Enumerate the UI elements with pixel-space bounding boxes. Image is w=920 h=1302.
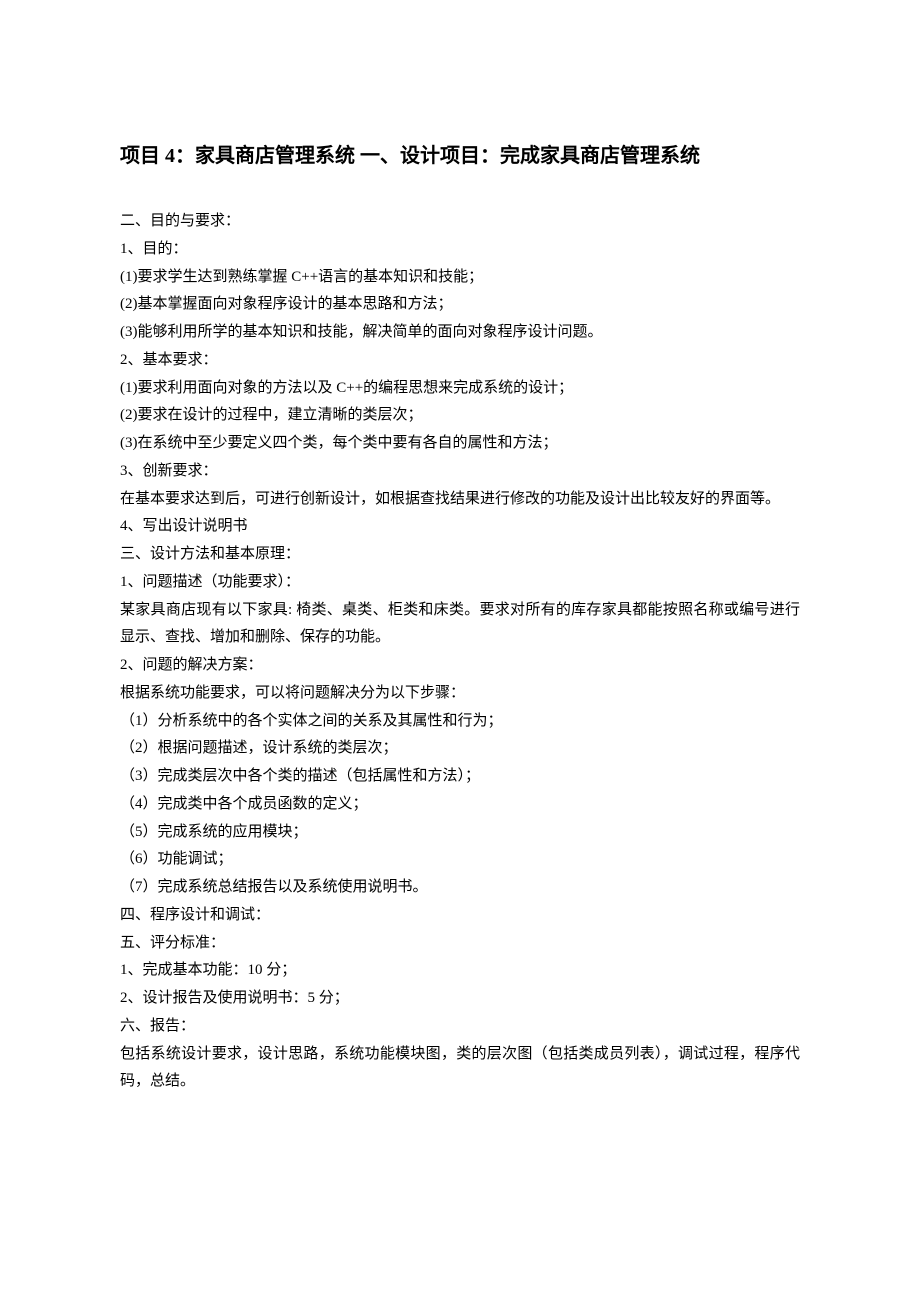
body-line: (3)在系统中至少要定义四个类，每个类中要有各自的属性和方法；	[120, 430, 800, 458]
body-line: 1、目的：	[120, 236, 800, 264]
body-line: (3)能够利用所学的基本知识和技能，解决简单的面向对象程序设计问题。	[120, 319, 800, 347]
body-line: 二、目的与要求：	[120, 208, 800, 236]
body-line: （3）完成类层次中各个类的描述（包括属性和方法）；	[120, 763, 800, 791]
body-line: 2、基本要求：	[120, 347, 800, 375]
body-line: 2、设计报告及使用说明书：5 分；	[120, 985, 800, 1013]
body-line: (2)基本掌握面向对象程序设计的基本思路和方法；	[120, 291, 800, 319]
body-line: 四、程序设计和调试：	[120, 902, 800, 930]
body-line: （5）完成系统的应用模块；	[120, 819, 800, 847]
body-line: （6）功能调试；	[120, 846, 800, 874]
body-line: 三、设计方法和基本原理：	[120, 541, 800, 569]
body-line: 1、完成基本功能：10 分；	[120, 957, 800, 985]
body-line: 2、问题的解决方案：	[120, 652, 800, 680]
body-line: (2)要求在设计的过程中，建立清晰的类层次；	[120, 402, 800, 430]
document-heading: 项目 4：家具商店管理系统 一、设计项目：完成家具商店管理系统	[120, 140, 800, 172]
body-line: 五、评分标准：	[120, 930, 800, 958]
body-line: 4、写出设计说明书	[120, 513, 800, 541]
body-line: 在基本要求达到后，可进行创新设计，如根据查找结果进行修改的功能及设计出比较友好的…	[120, 486, 800, 514]
body-line: 根据系统功能要求，可以将问题解决分为以下步骤：	[120, 680, 800, 708]
body-line: 六、报告：	[120, 1013, 800, 1041]
body-line: (1)要求学生达到熟练掌握 C++语言的基本知识和技能；	[120, 264, 800, 292]
document-body: 二、目的与要求： 1、目的： (1)要求学生达到熟练掌握 C++语言的基本知识和…	[120, 208, 800, 1096]
body-line: （4）完成类中各个成员函数的定义；	[120, 791, 800, 819]
body-line: （7）完成系统总结报告以及系统使用说明书。	[120, 874, 800, 902]
body-line: （2）根据问题描述，设计系统的类层次；	[120, 735, 800, 763]
body-line: 某家具商店现有以下家具: 椅类、桌类、柜类和床类。要求对所有的库存家具都能按照名…	[120, 597, 800, 653]
body-line: (1)要求利用面向对象的方法以及 C++的编程思想来完成系统的设计；	[120, 375, 800, 403]
body-line: 包括系统设计要求，设计思路，系统功能模块图，类的层次图（包括类成员列表），调试过…	[120, 1041, 800, 1097]
body-line: 1、问题描述（功能要求）：	[120, 569, 800, 597]
body-line: 3、创新要求：	[120, 458, 800, 486]
body-line: （1）分析系统中的各个实体之间的关系及其属性和行为；	[120, 708, 800, 736]
